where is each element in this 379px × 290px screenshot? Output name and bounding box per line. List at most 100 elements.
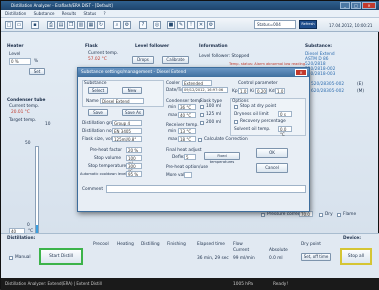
substance-suffix: (E): [357, 82, 364, 87]
dry-point-button[interactable]: Set, off time: [301, 253, 331, 261]
flask-type-radio[interactable]: [200, 113, 204, 117]
flask-type-radio[interactable]: [200, 105, 204, 109]
zoom-icon[interactable]: ⌕: [113, 21, 121, 29]
condenser-max-label: max: [168, 113, 178, 118]
new-icon[interactable]: □: [5, 21, 13, 29]
settings-icon[interactable]: ⚙: [123, 21, 131, 29]
ki-field[interactable]: 0.20: [255, 88, 267, 94]
maximize-button[interactable]: □: [351, 2, 361, 9]
stop-dry-point-checkbox[interactable]: [234, 105, 238, 109]
solvent-oil-temp-field[interactable]: 0.0 °C: [278, 126, 292, 137]
stop-icon[interactable]: ■: [167, 21, 175, 29]
ok-button[interactable]: OK: [256, 148, 288, 158]
elapsed-time-label: Elapsed time: [197, 242, 225, 247]
flame-label: Flame: [343, 212, 357, 217]
calculate-correction-checkbox[interactable]: [198, 138, 202, 142]
name-field[interactable]: Diesel Extend: [100, 98, 144, 104]
dry-label: Dry: [325, 212, 333, 217]
heater-set-button[interactable]: Set: [29, 68, 45, 75]
menu-distillation[interactable]: Distillation: [5, 11, 26, 16]
more-value-field[interactable]: [184, 172, 192, 178]
heater-level-label: Level: [9, 52, 21, 57]
pressure-correction-checkbox[interactable]: [261, 213, 265, 217]
flask-title: Flask: [85, 44, 98, 49]
pre-heat-option-label: Pre-heat option/use: [166, 165, 209, 170]
distillation-norm-select[interactable]: EN 3405: [112, 128, 142, 134]
refresh-button[interactable]: Refresh: [299, 20, 317, 29]
phase-distilling: Distilling: [141, 242, 160, 247]
dialog-close-button[interactable]: ×: [295, 69, 307, 76]
cancel-icon[interactable]: ✕: [197, 21, 205, 29]
information-text: Level follower: Stopped: [199, 54, 250, 59]
flask-type-option: 100 ml: [206, 104, 221, 109]
chart-icon[interactable]: ▥: [77, 21, 85, 29]
open-icon[interactable]: ▭: [15, 21, 23, 29]
menu-help[interactable]: ?: [104, 11, 106, 16]
condenser-title: Condenser tube: [7, 98, 46, 103]
flask-type-option: 125 ml: [206, 112, 221, 117]
new-button[interactable]: New: [122, 87, 142, 94]
flask-current-temp-label: Current temp.: [88, 51, 119, 56]
receiver-max-field[interactable]: 18 °C: [178, 136, 196, 142]
application-window: Distillation Analyzer - Eraflash/ERA DIS…: [0, 0, 379, 290]
control-parameter-label: Control parameter: [238, 81, 278, 86]
gear-icon[interactable]: ⚙: [207, 21, 215, 29]
tools-icon[interactable]: ✎: [177, 21, 185, 29]
start-distill-button[interactable]: Start Distill: [39, 248, 83, 265]
fixed-temperatures-button[interactable]: Fixed temperatures: [204, 152, 240, 164]
pre-heat-factor-field[interactable]: 20 %: [126, 147, 142, 153]
toolbar: □ ▭ ▪ ⎙ ▤ ❐ ▥ ▦ ↻ ⌕ ⚙ ? ◎ ■ ✎ ! ✕ ⚙: [1, 18, 379, 32]
drops-button[interactable]: Drops: [132, 56, 154, 64]
minimize-button[interactable]: _: [340, 2, 350, 9]
manual-label: Manual: [15, 255, 31, 260]
preview-icon[interactable]: ▤: [57, 21, 65, 29]
condenser-min-field[interactable]: 36 °C: [178, 104, 196, 110]
dry-checkbox[interactable]: [319, 213, 323, 217]
stop-all-button[interactable]: Stop all: [340, 248, 372, 265]
calibrate-icon[interactable]: ◎: [153, 21, 161, 29]
menu-status[interactable]: Status: [84, 11, 97, 16]
table-icon[interactable]: ▦: [87, 21, 95, 29]
recovery-percentage-checkbox[interactable]: [234, 120, 238, 124]
condenser-temperature-slider[interactable]: [35, 146, 39, 246]
kp-field[interactable]: 1.0: [238, 88, 248, 94]
print-icon[interactable]: ⎙: [47, 21, 55, 29]
date-time-field[interactable]: 09/12/2012, 16:97:06: [182, 87, 228, 93]
select-button[interactable]: Select: [88, 87, 108, 94]
ready-status: Ready!: [273, 282, 289, 287]
condenser-max-field[interactable]: 40 °C: [178, 112, 196, 118]
menu-substance[interactable]: Substance: [34, 11, 55, 16]
condenser-scale-bottom: 0: [27, 223, 30, 228]
stop-volume-field[interactable]: 100 ml: [126, 155, 142, 166]
save-as-button[interactable]: Save As: [122, 109, 144, 116]
flame-checkbox[interactable]: [337, 213, 341, 217]
dryness-oil-limit-field[interactable]: 0 s: [278, 111, 292, 117]
flow-absolute-value: 0.0 ml: [269, 256, 283, 261]
copy-icon[interactable]: ❐: [67, 21, 75, 29]
automatic-cooldown-label: Automatic cooldown level: [80, 172, 127, 176]
help-icon[interactable]: ?: [139, 21, 147, 29]
menu-results[interactable]: Results: [62, 11, 76, 16]
pre-heat-factor-label: Pre-heat factor: [90, 148, 123, 153]
flask-size-select[interactable]: 125ml/0.8°: [112, 136, 142, 142]
cancel-button[interactable]: Cancel: [256, 163, 288, 173]
flask-type-radio[interactable]: [200, 121, 204, 125]
flask-type-option: 200 ml: [206, 120, 221, 125]
manual-checkbox[interactable]: [9, 256, 13, 260]
heater-level-field[interactable]: 0 %: [9, 58, 31, 65]
calibrate-button[interactable]: Calibrate: [162, 56, 189, 64]
distillation-group-select[interactable]: Group 4: [112, 120, 142, 126]
cooler-field[interactable]: Extended: [182, 80, 212, 86]
comment-field[interactable]: [106, 185, 306, 193]
close-window-button[interactable]: ×: [362, 2, 376, 9]
substance-settings-dialog: Substance settings/management - Diesel E…: [77, 67, 310, 212]
stop-temperature-field[interactable]: 300 °C: [126, 163, 142, 174]
save-icon[interactable]: ▪: [31, 21, 39, 29]
receiver-min-field[interactable]: 13 °C: [178, 128, 196, 134]
kd-field[interactable]: 1.0: [275, 88, 285, 94]
deflex-field[interactable]: 5: [184, 154, 196, 160]
automatic-cooldown-field[interactable]: 95 %: [126, 171, 142, 177]
refresh-icon[interactable]: ↻: [97, 21, 105, 29]
alarm-icon[interactable]: !: [187, 21, 195, 29]
save-button[interactable]: Save: [88, 109, 108, 116]
